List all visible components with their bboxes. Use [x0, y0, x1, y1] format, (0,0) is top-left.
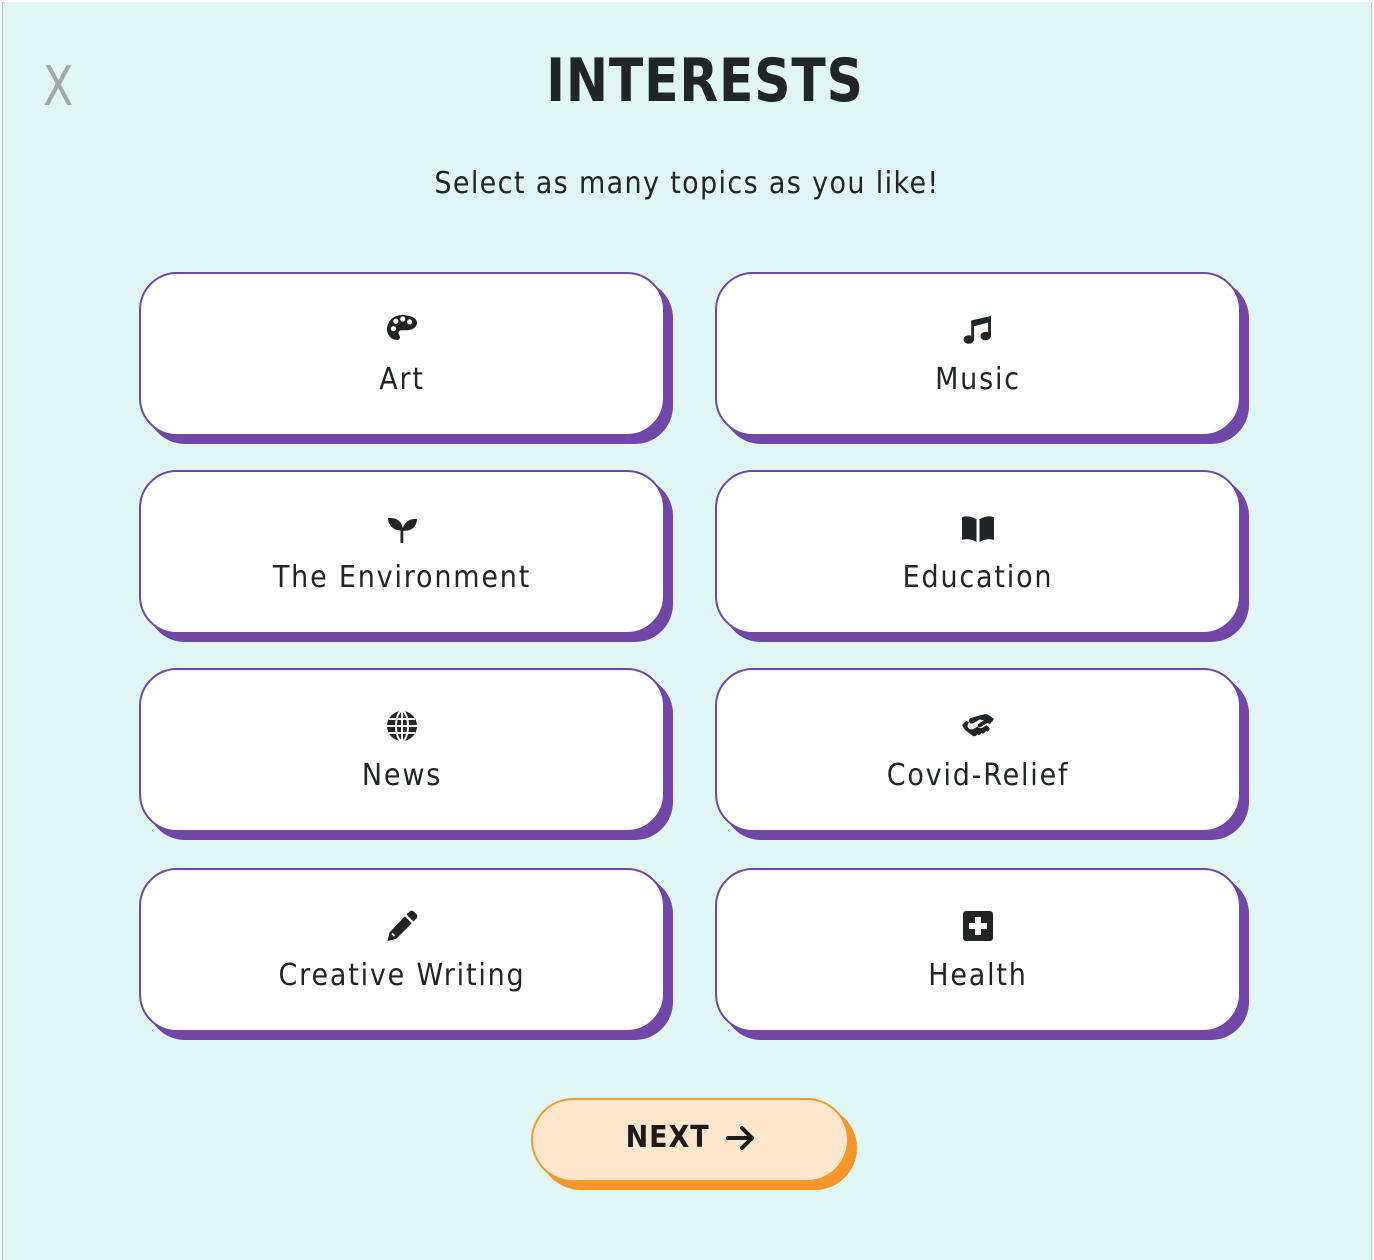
topic-card-education[interactable]: Education	[715, 470, 1241, 634]
arrow-right-icon	[725, 1123, 759, 1153]
topic-label: Education	[902, 560, 1054, 595]
topic-label: Art	[379, 362, 425, 397]
topic-label: The Environment	[272, 560, 532, 595]
pencil-icon	[141, 908, 663, 946]
page-title: INTERESTS	[546, 46, 864, 116]
handshake-icon	[717, 708, 1239, 746]
topic-card-covid-relief[interactable]: Covid-Relief	[715, 668, 1241, 832]
topic-card-art[interactable]: Art	[139, 272, 665, 436]
topic-label: News	[361, 758, 443, 793]
book-open-icon	[717, 510, 1239, 548]
topic-card-creative-writing[interactable]: Creative Writing	[139, 868, 665, 1032]
topic-card-news[interactable]: News	[139, 668, 665, 832]
next-button[interactable]: NEXT	[531, 1098, 849, 1182]
page-subtitle: Select as many topics as you like!	[434, 166, 940, 201]
topic-card-environment[interactable]: The Environment	[139, 470, 665, 634]
next-button-label: NEXT	[626, 1120, 710, 1155]
topic-card-music[interactable]: Music	[715, 272, 1241, 436]
interests-modal: X INTERESTS Select as many topics as you…	[2, 2, 1372, 1260]
medical-plus-icon	[717, 908, 1239, 946]
topic-card-health[interactable]: Health	[715, 868, 1241, 1032]
topic-label: Creative Writing	[278, 958, 526, 993]
topic-label: Music	[935, 362, 1021, 397]
music-note-icon	[717, 312, 1239, 350]
globe-icon	[141, 708, 663, 746]
close-button[interactable]: X	[43, 60, 73, 114]
topic-label: Covid-Relief	[886, 758, 1070, 793]
palette-icon	[141, 312, 663, 350]
topic-label: Health	[928, 958, 1028, 993]
seedling-icon	[141, 510, 663, 548]
